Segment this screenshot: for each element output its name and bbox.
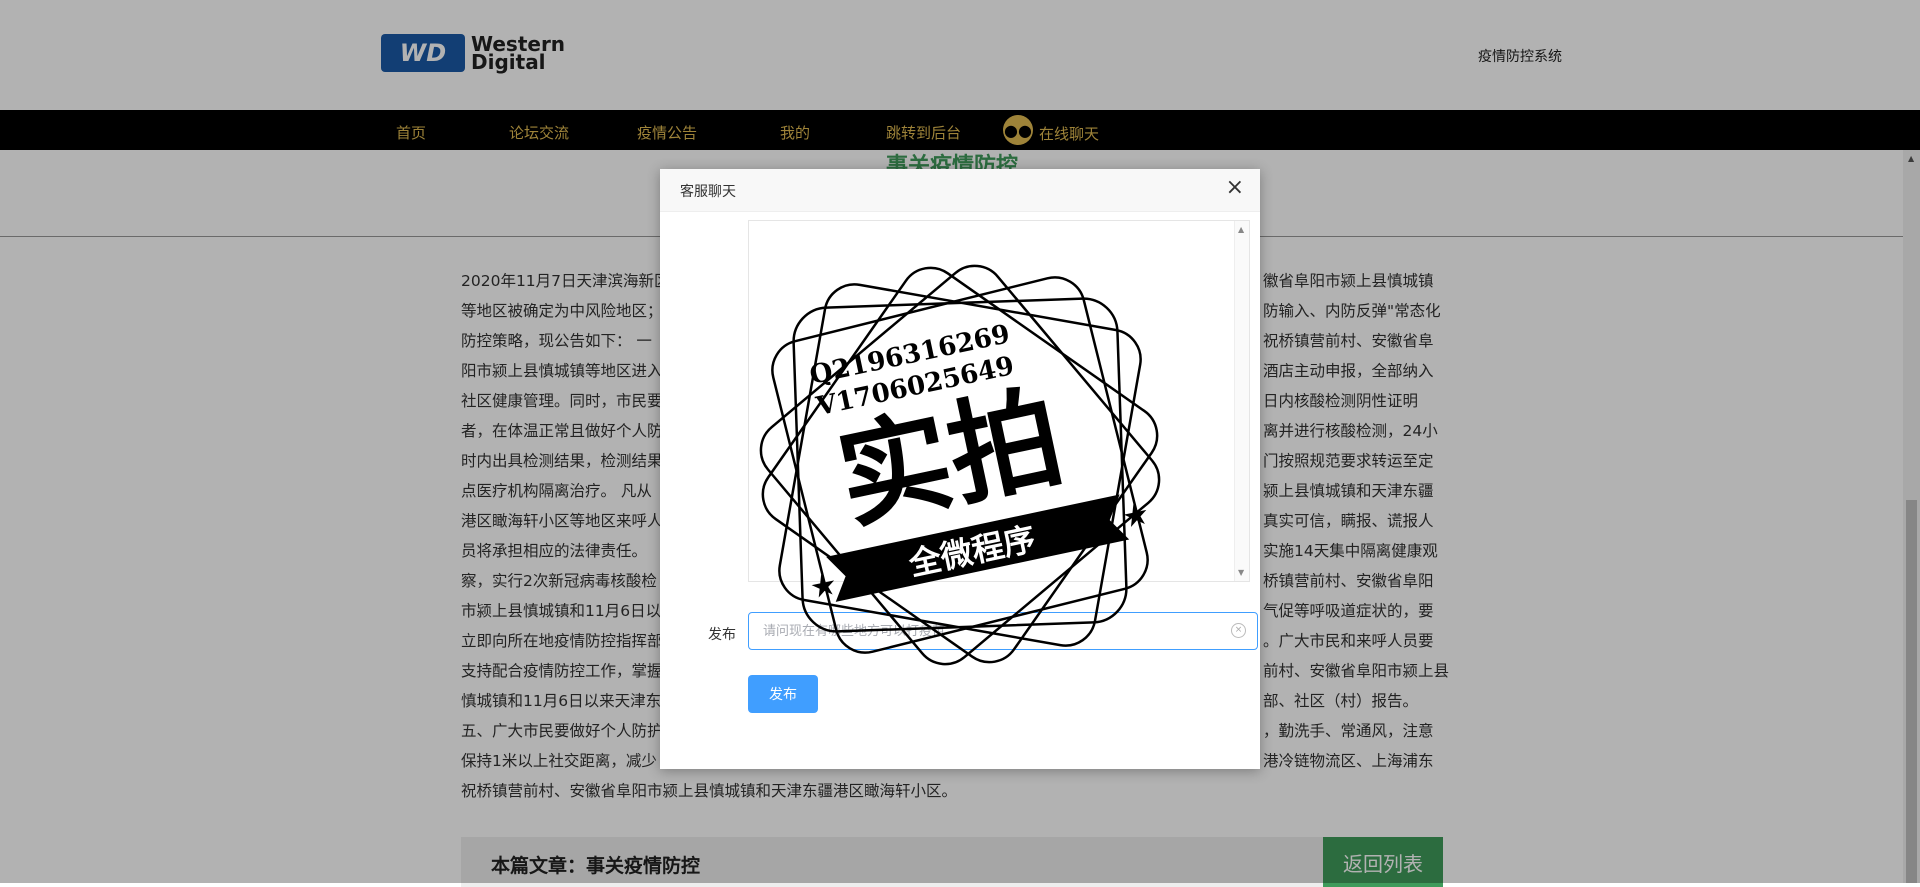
publish-label: 发布 bbox=[708, 627, 736, 643]
chat-scroll-down-icon[interactable]: ▼ bbox=[1238, 568, 1244, 577]
chat-scroll-up-icon[interactable]: ▲ bbox=[1238, 225, 1244, 234]
watermark-stamp: Q2196316269 V1706025649 实拍 全微程序 ★ ★ bbox=[759, 264, 1161, 666]
chat-scrollbar[interactable]: ▲ ▼ bbox=[1234, 221, 1249, 581]
clear-input-icon[interactable]: × bbox=[1231, 623, 1246, 638]
star-icon: ★ bbox=[807, 567, 841, 607]
modal-header: 客服聊天 × bbox=[660, 169, 1260, 212]
publish-button[interactable]: 发布 bbox=[748, 675, 818, 713]
close-icon[interactable]: × bbox=[1226, 177, 1244, 199]
modal-title: 客服聊天 bbox=[680, 184, 736, 200]
